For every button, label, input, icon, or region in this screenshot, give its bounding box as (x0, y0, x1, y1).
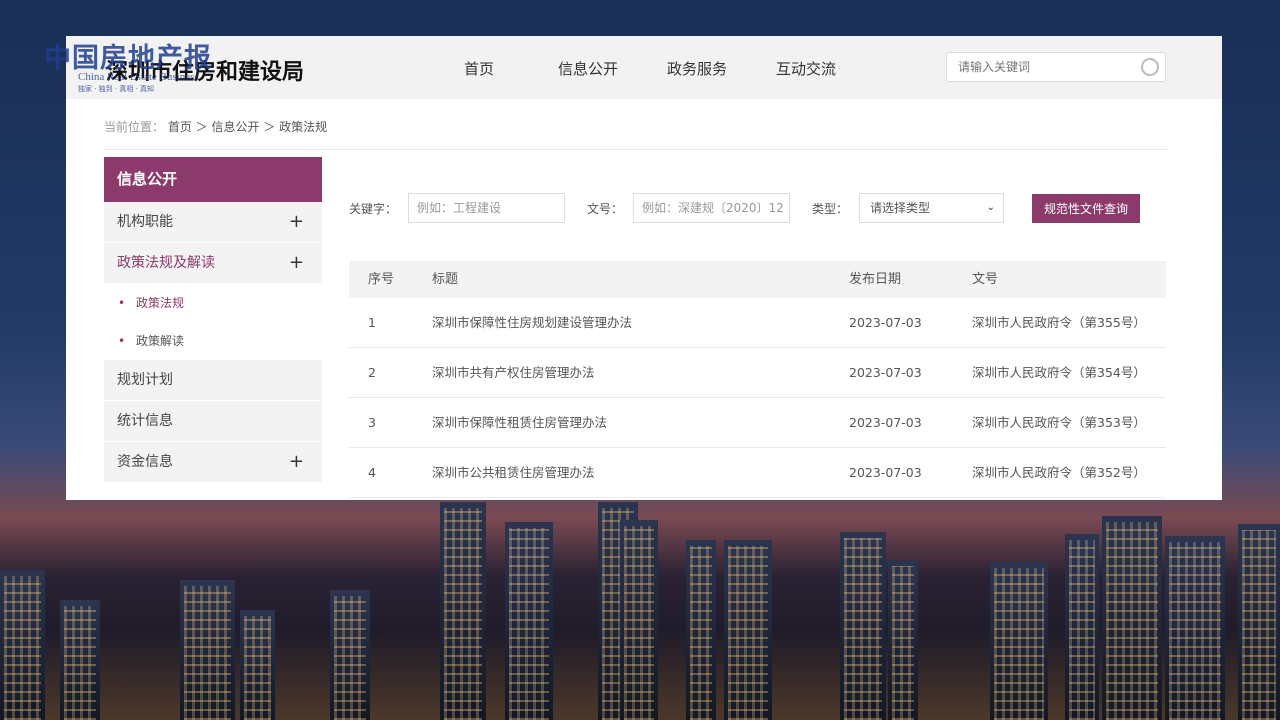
website-panel: 深圳市住房和建设局 首页 信息公开 政务服务 互动交流 当前位置： 首页 ＞ 信… (66, 36, 1222, 500)
row-docno: 深圳市人民政府令（第354号） (972, 365, 1146, 380)
chevron-down-icon: ⌄ (986, 202, 995, 213)
table-row[interactable]: 2 深圳市共有产权住房管理办法 2023-07-03 深圳市人民政府令（第354… (349, 348, 1166, 398)
building (1102, 516, 1162, 720)
building (1165, 536, 1225, 720)
sidebar-item-funding[interactable]: 资金信息 + (104, 442, 322, 483)
watermark-tagline: 独家 · 独到 · 真相 · 真知 (78, 85, 155, 93)
header-docno: 文号 (972, 272, 999, 287)
type-select-value: 请选择类型 (870, 201, 931, 215)
sidebar-item-label: 政策法规及解读 (117, 255, 215, 271)
building (1238, 524, 1280, 720)
policy-table: 序号 标题 发布日期 文号 1 深圳市保障性住房规划建设管理办法 2023-07… (349, 261, 1166, 498)
type-select[interactable]: 请选择类型 ⌄ (859, 193, 1004, 223)
building (440, 502, 486, 720)
query-button[interactable]: 规范性文件查询 (1032, 194, 1140, 223)
plus-icon[interactable]: + (289, 243, 304, 283)
docno-input[interactable]: 例如：深建规〔2020〕12 (633, 193, 790, 223)
type-label: 类型： (812, 202, 849, 216)
newspaper-watermark-logo: 中国房地产报 China Real Estate Business 独家 · 独… (44, 36, 212, 94)
sidebar: 信息公开 机构职能 + 政策法规及解读 + 政策法规 政策解读 规划计划 统计信… (104, 157, 322, 483)
city-skyline-background (0, 490, 1280, 720)
search-input[interactable] (956, 59, 1140, 75)
header-date: 发布日期 (849, 272, 902, 287)
site-header: 深圳市住房和建设局 首页 信息公开 政务服务 互动交流 (66, 36, 1222, 99)
row-title-link[interactable]: 深圳市保障性住房规划建设管理办法 (432, 298, 632, 347)
breadcrumb: 当前位置： 首页 ＞ 信息公开 ＞ 政策法规 (104, 118, 327, 135)
building (888, 560, 918, 720)
sidebar-item-label: 统计信息 (117, 413, 173, 429)
row-date: 2023-07-03 (849, 365, 922, 380)
sidebar-item-policies[interactable]: 政策法规及解读 + (104, 243, 322, 284)
keyword-input[interactable]: 例如：工程建设 (408, 193, 565, 223)
sidebar-item-label: 资金信息 (117, 454, 173, 470)
nav-home[interactable]: 首页 (464, 58, 494, 79)
row-date: 2023-07-03 (849, 465, 922, 480)
building (686, 540, 716, 720)
watermark-title: 中国房地产报 (44, 43, 212, 74)
building (240, 610, 275, 720)
nav-interaction[interactable]: 互动交流 (776, 58, 836, 79)
table-row[interactable]: 3 深圳市保障性租赁住房管理办法 2023-07-03 深圳市人民政府令（第35… (349, 398, 1166, 448)
row-index: 1 (368, 315, 376, 330)
building (1065, 534, 1099, 720)
row-index: 2 (368, 365, 376, 380)
sidebar-item-statistics[interactable]: 统计信息 (104, 401, 322, 442)
building (60, 600, 100, 720)
plus-icon[interactable]: + (289, 442, 304, 482)
breadcrumb-prefix: 当前位置： (104, 120, 165, 134)
row-title-link[interactable]: 深圳市保障性租赁住房管理办法 (432, 398, 607, 447)
building (620, 520, 658, 720)
header-index: 序号 (368, 272, 395, 287)
docno-label: 文号： (587, 202, 624, 216)
row-index: 3 (368, 415, 376, 430)
keyword-label: 关键字： (349, 202, 398, 216)
building (180, 580, 235, 720)
search-box (946, 52, 1166, 82)
sidebar-heading: 信息公开 (104, 157, 322, 202)
building (724, 540, 772, 720)
row-docno: 深圳市人民政府令（第355号） (972, 315, 1146, 330)
row-title-link[interactable]: 深圳市公共租赁住房管理办法 (432, 448, 595, 497)
table-row[interactable]: 4 深圳市公共租赁住房管理办法 2023-07-03 深圳市人民政府令（第352… (349, 448, 1166, 498)
sidebar-item-org-functions[interactable]: 机构职能 + (104, 202, 322, 243)
sidebar-subitem-regulations[interactable]: 政策法规 (104, 284, 322, 322)
nav-info-disclosure[interactable]: 信息公开 (558, 58, 618, 79)
plus-icon[interactable]: + (289, 202, 304, 242)
sidebar-item-label: 机构职能 (117, 214, 173, 230)
breadcrumb-path[interactable]: 首页 ＞ 信息公开 ＞ 政策法规 (168, 120, 327, 134)
building (505, 522, 553, 720)
row-docno: 深圳市人民政府令（第353号） (972, 415, 1146, 430)
nav-government-services[interactable]: 政务服务 (667, 58, 727, 79)
table-header: 序号 标题 发布日期 文号 (349, 261, 1166, 298)
building (990, 562, 1048, 720)
sidebar-subitem-interpretations[interactable]: 政策解读 (104, 322, 322, 360)
search-icon[interactable] (1141, 58, 1159, 76)
row-date: 2023-07-03 (849, 315, 922, 330)
divider (104, 149, 1168, 150)
building (840, 532, 886, 720)
sidebar-item-label: 规划计划 (117, 372, 173, 388)
row-title-link[interactable]: 深圳市共有产权住房管理办法 (432, 348, 595, 397)
header-title: 标题 (432, 272, 459, 287)
watermark-english: China Real Estate Business (78, 71, 199, 83)
table-row[interactable]: 1 深圳市保障性住房规划建设管理办法 2023-07-03 深圳市人民政府令（第… (349, 298, 1166, 348)
row-index: 4 (368, 465, 376, 480)
building (0, 570, 45, 720)
sidebar-item-planning[interactable]: 规划计划 (104, 360, 322, 401)
row-date: 2023-07-03 (849, 415, 922, 430)
row-docno: 深圳市人民政府令（第352号） (972, 465, 1146, 480)
building (330, 590, 370, 720)
